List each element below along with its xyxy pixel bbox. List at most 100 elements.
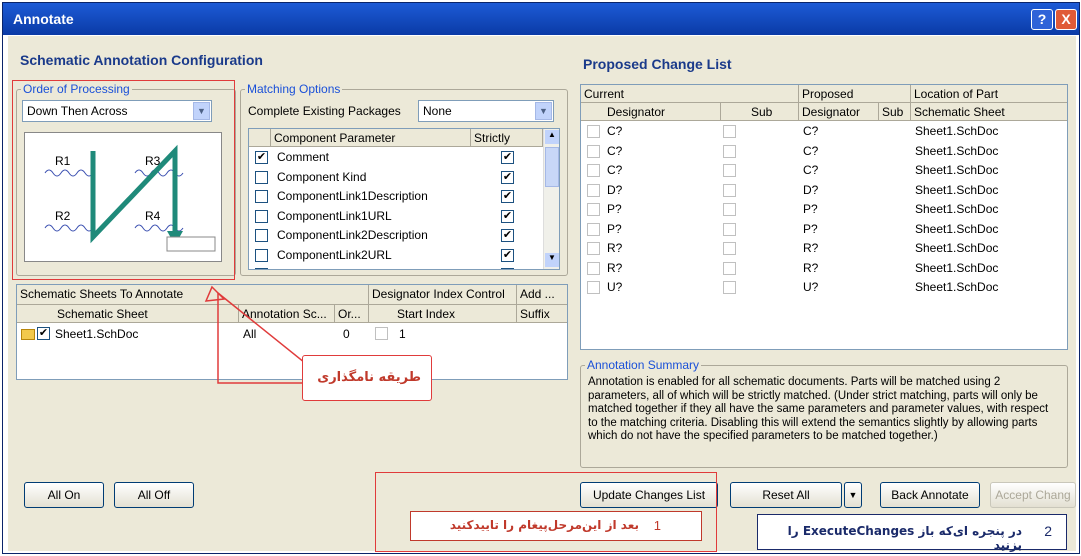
part-location: Sheet1.SchDoc	[915, 221, 999, 236]
change-checkbox[interactable]	[587, 125, 600, 138]
sheet-name: Sheet1.SchDoc	[55, 327, 139, 341]
order-note: طریقه نامگذاری	[317, 370, 421, 385]
param-checkbox[interactable]	[255, 190, 268, 203]
note2: در پنجره ای‌که باز ExecuteChanges را بزن…	[787, 524, 1022, 552]
current-designator: C?	[607, 124, 623, 138]
sub-checkbox[interactable]	[723, 261, 736, 275]
col-strict[interactable]: Strictly	[471, 129, 543, 147]
sheet-start[interactable]: 1	[399, 327, 406, 341]
sub-checkbox[interactable]	[723, 125, 736, 138]
current-designator: C?	[607, 143, 623, 158]
sub-checkbox[interactable]	[723, 144, 736, 158]
strict-checkbox[interactable]: ✔	[501, 209, 514, 223]
packages-label: Complete Existing Packages	[248, 104, 401, 118]
sheet-checkbox[interactable]: ✔	[37, 327, 50, 340]
all-on-button[interactable]: All On	[24, 482, 104, 508]
proposed-designator: D?	[803, 182, 819, 197]
col-param[interactable]: Component Parameter	[271, 129, 471, 147]
reset-dropdown-button[interactable]: ▼	[844, 482, 862, 508]
proposed-grid: Current Proposed Location of Part Design…	[580, 84, 1068, 350]
col-sub[interactable]: Sub	[721, 103, 799, 121]
change-checkbox[interactable]	[587, 281, 600, 294]
current-designator: R?	[607, 241, 623, 255]
part-location: Sheet1.SchDoc	[915, 143, 999, 158]
accept-changes-button[interactable]: Accept Chang	[990, 482, 1076, 508]
sub-checkbox[interactable]	[723, 203, 736, 216]
proposed-designator: P?	[803, 202, 818, 216]
strict-checkbox[interactable]: ✔	[501, 248, 514, 262]
param-checkbox[interactable]	[255, 170, 268, 184]
config-header: Schematic Annotation Configuration	[20, 52, 263, 68]
note1-number: 1	[653, 518, 661, 533]
proposed-title: Proposed	[799, 85, 911, 103]
param-name: ComponentLink2Description	[277, 228, 428, 242]
sheet-order[interactable]: 0	[343, 327, 350, 341]
param-grid: Component Parameter Strictly ✔ Comment ✔ Co…	[248, 128, 560, 270]
param-checkbox[interactable]	[255, 268, 268, 269]
col-proposed-sub[interactable]: Sub	[879, 103, 911, 121]
matching-legend: Matching Options	[247, 82, 341, 96]
proposed-designator: R?	[803, 241, 819, 255]
change-checkbox[interactable]	[587, 164, 600, 177]
order-note-box: طریقه نامگذاری	[302, 355, 432, 401]
current-designator: R?	[607, 260, 623, 275]
part-location: Sheet1.SchDoc	[915, 260, 999, 275]
scroll-up-icon[interactable]: ▲	[545, 130, 559, 144]
current-designator: P?	[607, 202, 622, 216]
strict-checkbox[interactable]: ✔	[501, 170, 514, 184]
strict-checkbox[interactable]: ✔	[501, 268, 514, 269]
param-name: ComponentLink1URL	[277, 208, 392, 223]
title-bar: Annotate ? X	[3, 3, 1079, 35]
close-button[interactable]: X	[1055, 9, 1077, 30]
add-title: Add ...	[517, 285, 567, 305]
help-button[interactable]: ?	[1031, 9, 1053, 30]
change-checkbox[interactable]	[587, 242, 600, 255]
scroll-down-icon[interactable]: ▼	[545, 253, 559, 267]
col-designator[interactable]: Designator	[581, 103, 721, 121]
col-order[interactable]: Or...	[335, 305, 369, 323]
sub-checkbox[interactable]	[723, 222, 736, 236]
change-checkbox[interactable]	[587, 144, 600, 158]
strict-checkbox[interactable]: ✔	[501, 151, 514, 164]
param-checkbox[interactable]: ✔	[255, 151, 268, 164]
col-start[interactable]: Start Index	[369, 305, 517, 323]
col-suffix[interactable]: Suffix	[517, 305, 567, 323]
col-proposed-designator[interactable]: Designator	[799, 103, 879, 121]
reset-all-button[interactable]: Reset All	[730, 482, 842, 508]
param-checkbox[interactable]	[255, 209, 268, 223]
dic-title: Designator Index Control	[369, 285, 517, 305]
part-location: Sheet1.SchDoc	[915, 163, 999, 177]
param-scrollbar[interactable]: ▲ ▼	[543, 129, 559, 269]
start-index-checkbox[interactable]	[375, 327, 388, 340]
sub-checkbox[interactable]	[723, 281, 736, 294]
all-off-button[interactable]: All Off	[114, 482, 194, 508]
sub-checkbox[interactable]	[723, 183, 736, 197]
change-checkbox[interactable]	[587, 222, 600, 236]
packages-value: None	[423, 104, 452, 118]
change-checkbox[interactable]	[587, 203, 600, 216]
packages-select[interactable]: None ▼	[418, 100, 554, 122]
current-title: Current	[581, 85, 799, 103]
part-location: Sheet1.SchDoc	[915, 241, 999, 255]
sub-checkbox[interactable]	[723, 164, 736, 177]
param-checkbox[interactable]	[255, 229, 268, 242]
param-name: ComponentLink2URL	[277, 247, 392, 262]
param-checkbox[interactable]	[255, 248, 268, 262]
current-designator: C?	[607, 163, 623, 177]
order-highlight	[12, 80, 235, 280]
strict-checkbox[interactable]: ✔	[501, 190, 514, 203]
param-name: Component Kind	[277, 169, 367, 184]
col-schematic-sheet[interactable]: Schematic Sheet	[911, 103, 1067, 121]
proposed-designator: P?	[803, 221, 818, 236]
sub-checkbox[interactable]	[723, 242, 736, 255]
note2-number: 2	[1044, 523, 1052, 539]
back-annotate-button[interactable]: Back Annotate	[880, 482, 980, 508]
strict-checkbox[interactable]: ✔	[501, 229, 514, 242]
part-location: Sheet1.SchDoc	[915, 202, 999, 216]
change-checkbox[interactable]	[587, 183, 600, 197]
scroll-thumb[interactable]	[545, 147, 559, 187]
folder-icon	[21, 329, 35, 340]
note2-box: در پنجره ای‌که باز ExecuteChanges را بزن…	[757, 514, 1067, 552]
change-checkbox[interactable]	[587, 261, 600, 275]
note1: بعد از این‌مرحل‌پیغام را تاییدکنید	[449, 518, 639, 532]
